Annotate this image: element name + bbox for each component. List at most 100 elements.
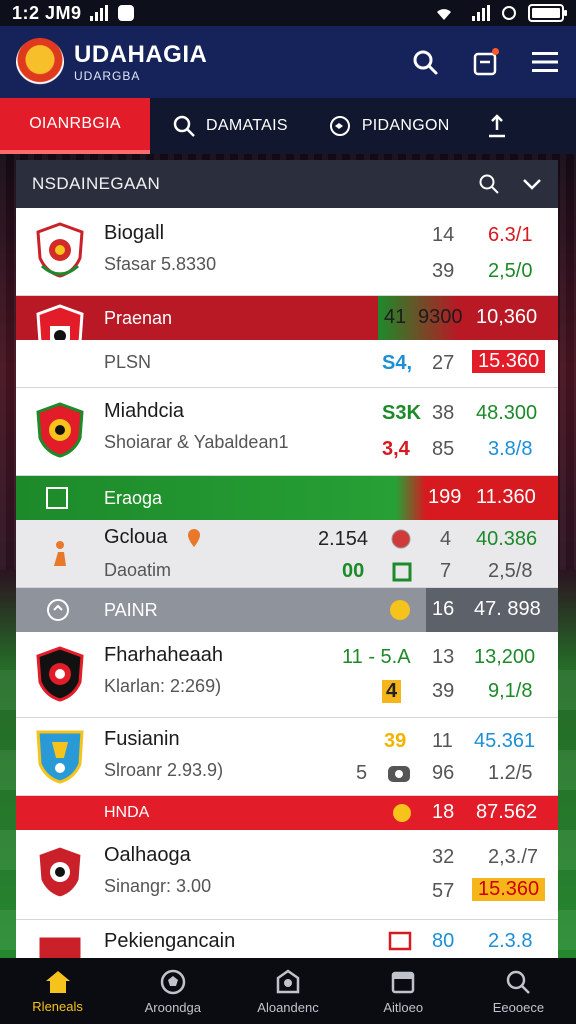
stat-value: 45.361 bbox=[474, 730, 536, 752]
team-name: Oalhaoga bbox=[104, 844, 191, 866]
nav-ball[interactable]: Aroondga bbox=[115, 958, 230, 1024]
stat-value: 2.3.8 bbox=[488, 930, 533, 952]
soccer-ball-icon bbox=[160, 969, 186, 994]
list-item[interactable]: Fusianin Slroanr 2.93.9) 39 11 45.361 5 … bbox=[16, 718, 558, 796]
stat-value: 2.154 bbox=[318, 528, 369, 550]
status-bar: 1:2 JM9 bbox=[0, 0, 576, 26]
hamburger-icon bbox=[532, 52, 558, 72]
wifi-icon bbox=[437, 9, 451, 20]
app-title: UDAHAGIA bbox=[74, 41, 208, 68]
stat-value: 57 bbox=[432, 880, 455, 902]
stat-value: 16 bbox=[432, 598, 455, 620]
emoji-icon bbox=[390, 600, 410, 620]
share-icon bbox=[488, 114, 505, 138]
stat-value: 27 bbox=[432, 352, 455, 374]
tab-label: PIDANGON bbox=[361, 117, 450, 134]
list-item[interactable]: Gcloua Daoatim 2.154 4 40.386 00 7 2,5/8 bbox=[16, 520, 558, 588]
nav-home[interactable]: Rleneals bbox=[0, 958, 115, 1024]
list-item[interactable]: Biogall Sfasar 5.8330 14 6.3/1 39 2,5/0 bbox=[16, 208, 558, 296]
app-subtitle: UDARGBA bbox=[74, 69, 141, 83]
standings-panel: NSDAINEGAAN Biogall Sfasar 5.8330 14 6.3… bbox=[16, 160, 558, 960]
clock: 1:2 JM9 bbox=[12, 2, 82, 23]
stat-value: 3,4 bbox=[382, 438, 410, 460]
section-label: PAINR bbox=[104, 599, 158, 620]
nav-label: Rleneals bbox=[32, 998, 83, 1014]
tab-damatais[interactable]: DAMATAIS bbox=[172, 98, 288, 154]
team-name: Miahdcia bbox=[104, 400, 185, 422]
stat-value: S3K bbox=[382, 402, 421, 424]
stat-value: 13,200 bbox=[474, 646, 536, 668]
stat-value: 9300 bbox=[418, 306, 463, 328]
club-crest-icon bbox=[36, 934, 84, 960]
stat-value: 39 bbox=[384, 730, 407, 752]
stat-value: 5 bbox=[356, 762, 368, 784]
search-icon bbox=[507, 970, 531, 994]
stat-value: 1.2/5 bbox=[488, 762, 533, 784]
list-item[interactable]: Oalhaoga Sinangr: 3.00 32 2,3./7 57 15.3… bbox=[16, 830, 558, 920]
team-name: Biogall bbox=[104, 222, 165, 244]
team-name: Fusianin bbox=[104, 728, 180, 750]
stat-value: 15.360 bbox=[472, 878, 546, 901]
battery-icon bbox=[528, 4, 567, 22]
tab-share[interactable] bbox=[486, 98, 508, 154]
app-header: UDAHAGIA UDARGBA bbox=[0, 26, 576, 98]
search-icon bbox=[173, 115, 195, 137]
stat-value: 40.386 bbox=[476, 528, 538, 550]
nav-news[interactable]: Aitloeo bbox=[346, 958, 461, 1024]
nav-search[interactable]: Eeooece bbox=[461, 958, 576, 1024]
stat-value: 38 bbox=[432, 402, 455, 424]
section-bar[interactable]: Praenan 41 9300 10,360 bbox=[16, 296, 558, 364]
stat-value: 4 bbox=[440, 528, 452, 550]
tab-oianrbgia[interactable]: OIANRBGIA bbox=[0, 98, 150, 154]
tab-label: OIANRBGIA bbox=[29, 115, 121, 132]
stat-value: 39 bbox=[432, 680, 455, 702]
list-item[interactable]: Miahdcia Shoiarar & Yabaldean1 S3K 38 48… bbox=[16, 388, 558, 476]
search-icon[interactable] bbox=[478, 173, 500, 195]
stadium-icon bbox=[276, 968, 300, 993]
search-icon bbox=[413, 50, 438, 75]
calendar-icon bbox=[391, 971, 415, 993]
stat-value: 15.360 bbox=[472, 350, 546, 373]
search-button[interactable] bbox=[410, 47, 440, 77]
nav-label: Aroondga bbox=[144, 999, 201, 1015]
list-item[interactable]: Fharhaheaah Klarlan: 2:269) 11 - 5.A 13 … bbox=[16, 632, 558, 718]
sync-icon bbox=[502, 6, 516, 20]
stat-value: 87.562 bbox=[476, 801, 538, 823]
tab-pidangon[interactable]: PIDANGON bbox=[328, 98, 450, 154]
cart-button[interactable] bbox=[470, 47, 500, 77]
stat-value: 11.360 bbox=[476, 486, 536, 508]
section-bar[interactable]: HNDA 18 87.562 bbox=[16, 796, 558, 830]
section-bar[interactable]: Eraoga 199 11.360 bbox=[16, 476, 558, 520]
tab-bar: OIANRBGIA DAMATAIS PIDANGON bbox=[0, 98, 576, 154]
tab-label: DAMATAIS bbox=[206, 117, 288, 134]
panel-header: NSDAINEGAAN bbox=[16, 160, 558, 208]
stat-value: 32 bbox=[432, 846, 455, 868]
section-label: Praenan bbox=[104, 307, 173, 328]
bottom-navigation: Rleneals Aroondga Aloandenc Aitloeo Eeoo… bbox=[0, 958, 576, 1024]
team-name: Pekiengancain bbox=[104, 930, 236, 952]
nav-stadium[interactable]: Aloandenc bbox=[230, 958, 345, 1024]
team-name: Fharhaheaah bbox=[104, 644, 223, 666]
section-bar[interactable]: PAINR 16 47. 898 bbox=[16, 588, 558, 632]
stat-value: 48.300 bbox=[476, 402, 538, 424]
nav-label: Aloandenc bbox=[257, 999, 319, 1015]
location-pin-icon bbox=[188, 529, 200, 547]
stat-value: 41 bbox=[384, 306, 407, 328]
list-item[interactable]: PLSN S4, 27 15.360 bbox=[16, 340, 558, 388]
stat-value: 96 bbox=[432, 762, 455, 784]
tv-icon bbox=[388, 931, 412, 951]
list-item[interactable]: Pekiengancain 80 2.3.8 bbox=[16, 920, 558, 960]
section-label: Eraoga bbox=[104, 487, 163, 508]
cell-signal-icon-2 bbox=[472, 5, 490, 21]
stat-value: 9,1/8 bbox=[488, 680, 533, 702]
cell-signal-icon bbox=[89, 5, 108, 21]
stat-value: 4 bbox=[382, 680, 402, 703]
stat-value: 6.3/1 bbox=[488, 224, 533, 246]
club-crest-icon bbox=[36, 844, 84, 900]
menu-button[interactable] bbox=[530, 47, 560, 77]
stat-value: 2,3./7 bbox=[488, 846, 539, 868]
stat-value: 11 bbox=[432, 730, 453, 752]
chevron-down-icon[interactable] bbox=[522, 177, 542, 191]
stat-value: 18 bbox=[432, 801, 455, 823]
stat-value: 7 bbox=[440, 560, 452, 582]
